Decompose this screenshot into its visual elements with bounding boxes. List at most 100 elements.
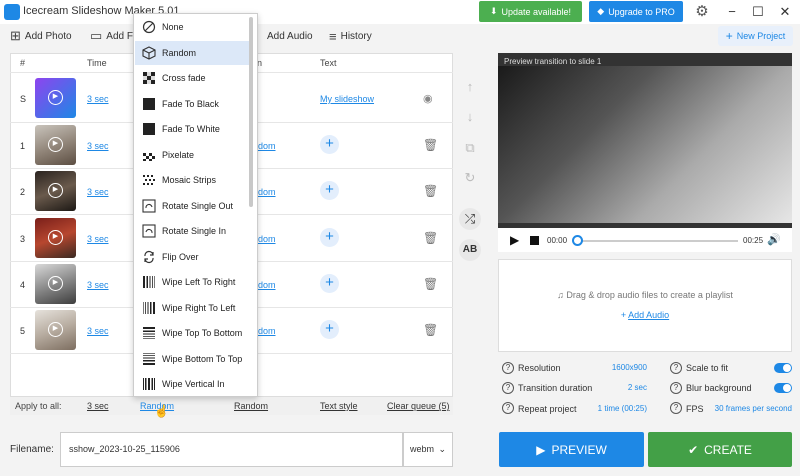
seek-handle[interactable] [572, 235, 583, 246]
none-icon [142, 20, 156, 34]
plus-icon: + [725, 29, 733, 43]
delete-trash-icon[interactable]: 🗑 [423, 138, 438, 152]
slide-thumbnail[interactable]: ▶ [35, 125, 76, 165]
help-icon[interactable]: ? [670, 382, 682, 394]
slide-duration[interactable]: 3 sec [87, 94, 109, 104]
new-project-button[interactable]: + New Project [718, 26, 793, 46]
add-audio-button[interactable]: Add Audio [267, 27, 313, 45]
random-icon [142, 45, 156, 60]
preview-button[interactable]: ▶ PREVIEW [499, 432, 644, 467]
blur-background-toggle[interactable] [774, 383, 792, 393]
slide-thumbnail[interactable]: ▶ [35, 218, 76, 258]
blur-background-label: Blur background [686, 383, 752, 393]
transition-option-mosaic-strips[interactable]: Mosaic Strips [135, 168, 249, 192]
close-window-button[interactable]: ✕ [772, 2, 798, 22]
resolution-label: Resolution [518, 363, 561, 373]
delete-trash-icon[interactable]: 🗑 [423, 184, 438, 198]
column-header-text: Text [320, 58, 337, 68]
apply-all-transition-2[interactable]: Random [234, 401, 268, 411]
transition-option-fade-to-white[interactable]: Fade To White [135, 117, 249, 141]
delete-trash-icon[interactable]: 🗑 [423, 277, 438, 291]
add-audio-link[interactable]: + Add Audio [498, 310, 792, 320]
filename-label: Filename: [10, 444, 54, 455]
transition-option-rotate-single-out[interactable]: Rotate Single Out [135, 194, 249, 218]
transition-option-random[interactable]: Random [135, 40, 249, 65]
move-up-icon[interactable]: ↑ [459, 76, 481, 98]
slide-text-link[interactable]: My slideshow [320, 94, 374, 104]
update-button[interactable]: ⬇ Update available! [479, 1, 582, 22]
apply-to-all-label: Apply to all: [15, 401, 62, 411]
fade-to-black-icon [142, 97, 156, 111]
transition-option-label: Random [162, 47, 197, 58]
transition-option-wipe-left-to-right[interactable]: Wipe Left To Right [135, 270, 249, 294]
repeat-project-value[interactable]: 1 time (00:25) [580, 404, 647, 413]
rotate-icon[interactable]: ↻ [459, 167, 481, 189]
audio-drop-zone[interactable] [498, 259, 792, 352]
transition-option-none[interactable]: None [135, 15, 249, 39]
upgrade-pro-button[interactable]: ◆ Upgrade to PRO [589, 1, 683, 22]
add-text-button[interactable]: + [320, 135, 339, 154]
transition-option-label: Fade To Black [162, 98, 219, 109]
create-button[interactable]: ✔ CREATE [648, 432, 792, 467]
transition-option-rotate-single-in[interactable]: Rotate Single In [135, 219, 249, 243]
text-style-link[interactable]: Text style [320, 401, 358, 411]
play-icon[interactable]: ▶ [510, 233, 519, 247]
dropdown-scrollbar[interactable] [249, 17, 253, 207]
help-icon[interactable]: ? [502, 402, 514, 414]
slide-thumbnail[interactable]: ▶ [35, 171, 76, 211]
delete-trash-icon[interactable]: 🗑 [423, 323, 438, 337]
history-button[interactable]: ≡ History [329, 27, 372, 45]
shuffle-icon[interactable]: ⤮ [459, 208, 481, 230]
duplicate-icon[interactable]: ⧉ [459, 137, 481, 159]
apply-all-duration[interactable]: 3 sec [87, 401, 109, 411]
add-text-button[interactable]: + [320, 320, 339, 339]
move-down-icon[interactable]: ↓ [459, 106, 481, 128]
text-ab-icon[interactable]: AB [459, 239, 481, 261]
wipe-right-to-left-icon [142, 301, 156, 315]
transition-option-pixelate[interactable]: Pixelate [135, 143, 249, 167]
preview-title: Preview transition to slide 1 [504, 57, 602, 66]
scale-to-fit-toggle[interactable] [774, 363, 792, 373]
clear-queue-link[interactable]: Clear queue (5) [387, 401, 450, 411]
delete-trash-icon[interactable]: 🗑 [423, 231, 438, 245]
title-slide-thumbnail[interactable]: ▶ [35, 78, 76, 118]
transition-option-wipe-right-to-left[interactable]: Wipe Right To Left [135, 296, 249, 320]
filename-input[interactable]: sshow_2023-10-25_115906 [60, 432, 403, 467]
add-text-button[interactable]: + [320, 181, 339, 200]
slide-duration[interactable]: 3 sec [87, 326, 109, 336]
slide-duration[interactable]: 3 sec [87, 234, 109, 244]
help-icon[interactable]: ? [502, 382, 514, 394]
volume-icon[interactable]: 🔊 [767, 233, 781, 246]
slide-duration[interactable]: 3 sec [87, 187, 109, 197]
transition-option-cross-fade[interactable]: Cross fade [135, 66, 249, 90]
add-photo-button[interactable]: ⊞ Add Photo [10, 27, 72, 45]
seek-bar[interactable] [576, 240, 738, 242]
hide-eye-icon[interactable]: ◉ [423, 92, 433, 105]
transition-option-label: Cross fade [162, 73, 206, 83]
transition-duration-value[interactable]: 2 sec [600, 383, 647, 392]
transition-option-wipe-vertical-in[interactable]: Wipe Vertical In [135, 372, 249, 396]
help-icon[interactable]: ? [502, 362, 514, 374]
format-select[interactable]: webm ⌄ [403, 432, 453, 467]
transition-option-flip-over[interactable]: Flip Over [135, 245, 249, 269]
slide-thumbnail[interactable]: ▶ [35, 310, 76, 350]
resolution-value[interactable]: 1600x900 [590, 363, 647, 372]
add-folder-icon: ▭ [90, 28, 103, 43]
slide-thumbnail[interactable]: ▶ [35, 264, 76, 304]
add-text-button[interactable]: + [320, 228, 339, 247]
minimize-button[interactable]: − [719, 2, 745, 22]
help-icon[interactable]: ? [670, 362, 682, 374]
settings-gear-icon[interactable]: ⚙ [693, 3, 711, 21]
flip-over-icon [142, 250, 156, 264]
add-text-button[interactable]: + [320, 274, 339, 293]
transition-option-wipe-top-to-bottom[interactable]: Wipe Top To Bottom [135, 321, 249, 345]
add-folder-button[interactable]: ▭ Add F [90, 27, 133, 45]
help-icon[interactable]: ? [670, 402, 682, 414]
transition-option-fade-to-black[interactable]: Fade To Black [135, 92, 249, 116]
fps-value[interactable]: 30 frames per second [705, 404, 792, 413]
slide-duration[interactable]: 3 sec [87, 280, 109, 290]
maximize-button[interactable]: ☐ [745, 2, 771, 22]
stop-icon[interactable] [530, 236, 539, 245]
slide-duration[interactable]: 3 sec [87, 141, 109, 151]
transition-option-wipe-bottom-to-top[interactable]: Wipe Bottom To Top [135, 347, 249, 371]
